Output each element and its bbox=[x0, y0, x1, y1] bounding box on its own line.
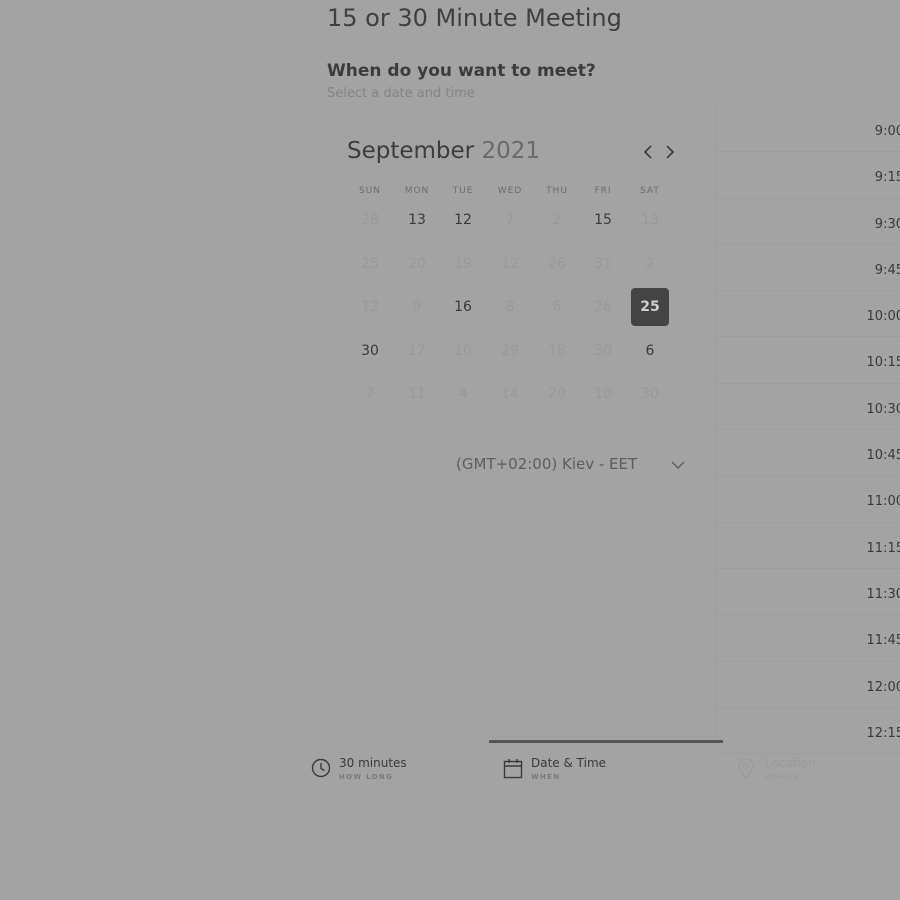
section-heading: When do you want to meet? bbox=[327, 61, 596, 81]
weekday-thu: THU bbox=[546, 186, 568, 196]
step-location-sub: WHERE bbox=[765, 773, 801, 781]
calendar-day: 6 bbox=[552, 299, 562, 315]
page-title: 15 or 30 Minute Meeting bbox=[327, 4, 622, 32]
location-pin-icon bbox=[738, 758, 754, 780]
time-slot-label: 11:30 bbox=[866, 586, 900, 602]
time-slot-label: 9:45 bbox=[874, 262, 900, 278]
calendar-day: 20 bbox=[548, 386, 566, 402]
time-slot-label: 10:45 bbox=[866, 448, 900, 464]
time-slot-label: 10:30 bbox=[866, 401, 900, 417]
weekday-fri: FRI bbox=[594, 186, 612, 196]
time-slot[interactable]: 12:00 bbox=[716, 662, 900, 708]
month-year-label: September 2021 bbox=[347, 138, 540, 164]
time-slot-label: 11:15 bbox=[866, 540, 900, 556]
previous-month-button[interactable] bbox=[638, 142, 658, 162]
active-step-indicator bbox=[489, 740, 723, 743]
calendar-day: 10 bbox=[454, 343, 472, 359]
weekday-mon: MON bbox=[404, 186, 430, 196]
calendar-day: 13 bbox=[641, 212, 659, 228]
time-slot[interactable]: 10:30 bbox=[716, 384, 900, 431]
calendar-day: 30 bbox=[641, 386, 659, 402]
calendar-icon bbox=[503, 759, 523, 779]
time-slot[interactable]: 11:30 bbox=[716, 569, 900, 616]
clock-icon bbox=[311, 758, 331, 778]
chevron-right-icon bbox=[666, 145, 675, 159]
time-slot-label: 10:15 bbox=[866, 355, 900, 371]
timezone-label: (GMT+02:00) Kiev - EET bbox=[456, 455, 638, 473]
step-date-time-sub: WHEN bbox=[531, 773, 561, 781]
time-slot-label: 9:30 bbox=[874, 216, 900, 232]
booking-page: 15 or 30 Minute Meeting When do you want… bbox=[0, 0, 900, 900]
year-label: 2021 bbox=[481, 138, 540, 164]
calendar-day[interactable]: 15 bbox=[584, 201, 622, 239]
time-slot[interactable]: 11:00 bbox=[716, 476, 900, 523]
calendar-day: 31 bbox=[594, 256, 612, 272]
weekday-tue: TUE bbox=[452, 186, 474, 196]
chevron-left-icon bbox=[643, 145, 652, 159]
calendar-day: 28 bbox=[361, 212, 379, 228]
weekday-sun: SUN bbox=[358, 186, 382, 196]
weekday-sat: SAT bbox=[640, 186, 660, 196]
time-slot[interactable]: 9:30 bbox=[716, 199, 900, 245]
time-slot-list: 9:00 9:15 9:30 9:45 10:00 10:15 10:30 10:45 11:0… bbox=[716, 106, 900, 755]
calendar-day: 17 bbox=[408, 343, 426, 359]
calendar-day: 12 bbox=[361, 299, 379, 315]
chevron-down-icon bbox=[671, 461, 685, 469]
weekday-wed: WED bbox=[497, 186, 523, 196]
step-duration-label: 30 minutes bbox=[339, 756, 407, 770]
calendar-day: 19 bbox=[454, 256, 472, 272]
calendar-day: 2 bbox=[645, 256, 655, 272]
calendar-day: 4 bbox=[458, 386, 468, 402]
time-slot[interactable]: 12:15 bbox=[716, 708, 900, 755]
next-month-button[interactable] bbox=[660, 142, 680, 162]
selected-day[interactable]: 25 bbox=[631, 288, 669, 326]
time-slot-label: 10:00 bbox=[866, 309, 900, 325]
calendar-day: 18 bbox=[548, 343, 566, 359]
calendar-day: 8 bbox=[505, 299, 515, 315]
step-date-time-label: Date & Time bbox=[531, 756, 607, 770]
time-slot[interactable]: 11:45 bbox=[716, 615, 900, 662]
step-location-label: Location bbox=[765, 756, 816, 770]
time-slot-label: 9:00 bbox=[874, 124, 900, 139]
time-slot-label: 11:00 bbox=[866, 494, 900, 510]
calendar-day: 20 bbox=[408, 256, 426, 272]
calendar-day: 14 bbox=[501, 386, 519, 402]
calendar-day: 7 bbox=[505, 212, 515, 228]
calendar-day: 26 bbox=[548, 256, 566, 272]
time-slot[interactable]: 11:15 bbox=[716, 523, 900, 569]
time-slot-label: 9:15 bbox=[874, 170, 900, 186]
calendar-day: 30 bbox=[594, 343, 612, 359]
step-duration-sub: HOW LONG bbox=[339, 773, 394, 781]
calendar-day: 9 bbox=[412, 299, 422, 315]
calendar-day: 26 bbox=[594, 299, 612, 315]
calendar-day: 11 bbox=[408, 386, 426, 402]
section-subtitle: Select a date and time bbox=[327, 86, 475, 101]
time-slot[interactable]: 9:15 bbox=[716, 152, 900, 199]
calendar-day[interactable]: 30 bbox=[351, 332, 389, 370]
calendar-day: 10 bbox=[594, 386, 612, 402]
time-slot-label: 12:00 bbox=[866, 679, 900, 695]
time-slot[interactable]: 10:00 bbox=[716, 291, 900, 338]
calendar-day: 12 bbox=[501, 256, 519, 272]
month-label: September bbox=[347, 138, 475, 164]
calendar-day: 2 bbox=[552, 212, 562, 228]
time-slot[interactable]: 10:15 bbox=[716, 337, 900, 384]
calendar-day[interactable]: 6 bbox=[631, 332, 669, 370]
calendar-day: 29 bbox=[501, 343, 519, 359]
calendar-day[interactable]: 16 bbox=[444, 288, 482, 326]
calendar-day[interactable]: 13 bbox=[398, 201, 436, 239]
step-duration[interactable]: 30 minutes HOW LONG bbox=[311, 754, 461, 788]
time-slot[interactable]: 9:45 bbox=[716, 245, 900, 292]
step-location[interactable]: Location WHERE bbox=[737, 754, 857, 788]
calendar-day: 25 bbox=[361, 256, 379, 272]
calendar-day: 7 bbox=[365, 386, 375, 402]
time-slot[interactable]: 10:45 bbox=[716, 430, 900, 477]
calendar-day[interactable]: 12 bbox=[444, 201, 482, 239]
time-slot[interactable]: 9:00 bbox=[716, 106, 900, 153]
time-slot-label: 11:45 bbox=[866, 633, 900, 649]
step-date-time[interactable]: Date & Time WHEN bbox=[503, 754, 653, 788]
timezone-select[interactable]: (GMT+02:00) Kiev - EET bbox=[456, 454, 688, 476]
time-slot-label: 12:15 bbox=[866, 725, 900, 741]
